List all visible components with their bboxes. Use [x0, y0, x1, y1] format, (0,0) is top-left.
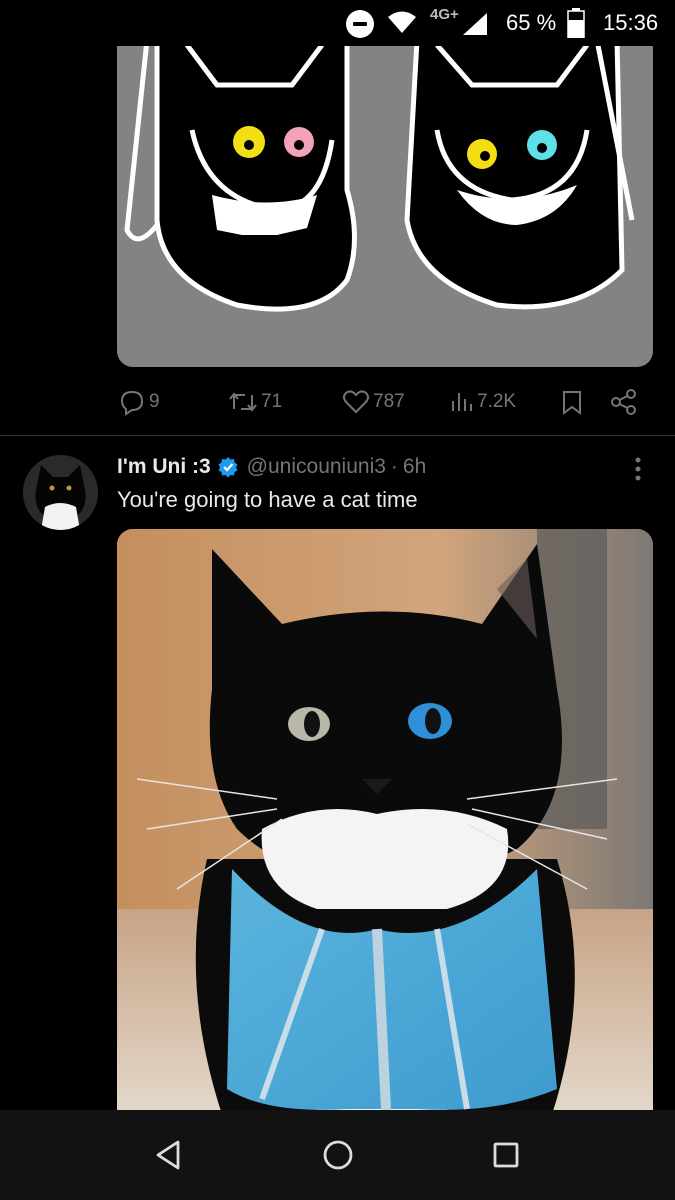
views-button[interactable]: 7.2K	[449, 382, 516, 422]
views-count: 7.2K	[477, 391, 517, 412]
tweet-action-bar: 9 71 787 7.2K	[117, 382, 653, 422]
reply-count: 9	[149, 391, 160, 412]
tweet-text: You're going to have a cat time	[117, 487, 418, 512]
recents-icon[interactable]	[486, 1135, 526, 1175]
repost-button[interactable]: 71	[227, 382, 282, 422]
tweet-header: I'm Uni :3 @unicouniuni3 · 6h	[117, 452, 426, 482]
share-button[interactable]	[609, 382, 639, 422]
share-icon	[611, 389, 636, 415]
network-type: 4G+	[430, 6, 459, 23]
clock: 15:36	[603, 10, 659, 35]
timestamp[interactable]: 6h	[403, 455, 426, 479]
system-nav-bar	[0, 1110, 675, 1200]
more-options-icon[interactable]	[628, 456, 648, 482]
display-name[interactable]: I'm Uni :3	[117, 455, 211, 479]
do-not-disturb-icon	[346, 10, 374, 38]
wifi-icon	[388, 11, 416, 33]
bookmark-button[interactable]	[560, 382, 584, 422]
back-icon[interactable]	[150, 1135, 190, 1175]
status-bar: 4G+ 65 % 15:36	[0, 0, 675, 46]
heart-icon	[343, 390, 369, 414]
avatar-cat-image	[23, 455, 98, 530]
separator: ·	[390, 455, 398, 478]
previous-tweet-image[interactable]	[117, 30, 653, 367]
battery-percent: 65 %	[506, 10, 557, 35]
reply-icon	[120, 390, 144, 416]
handle[interactable]: @unicouniuni3	[247, 455, 386, 479]
repost-icon	[229, 392, 257, 412]
repost-count: 71	[261, 391, 283, 412]
cat-faces-illustration	[124, 37, 635, 312]
verified-badge-icon	[217, 456, 239, 478]
reply-button[interactable]: 9	[117, 382, 160, 422]
like-count: 787	[373, 391, 405, 412]
bookmark-icon	[563, 391, 581, 415]
views-icon	[452, 393, 472, 411]
avatar[interactable]	[23, 455, 98, 530]
home-icon[interactable]	[318, 1135, 358, 1175]
tweet-image[interactable]	[117, 529, 653, 1129]
tweet-divider	[0, 435, 675, 436]
cat-photo	[117, 529, 653, 1129]
like-button[interactable]: 787	[341, 382, 405, 422]
cell-signal-icon	[463, 13, 487, 35]
battery-icon	[567, 8, 585, 38]
